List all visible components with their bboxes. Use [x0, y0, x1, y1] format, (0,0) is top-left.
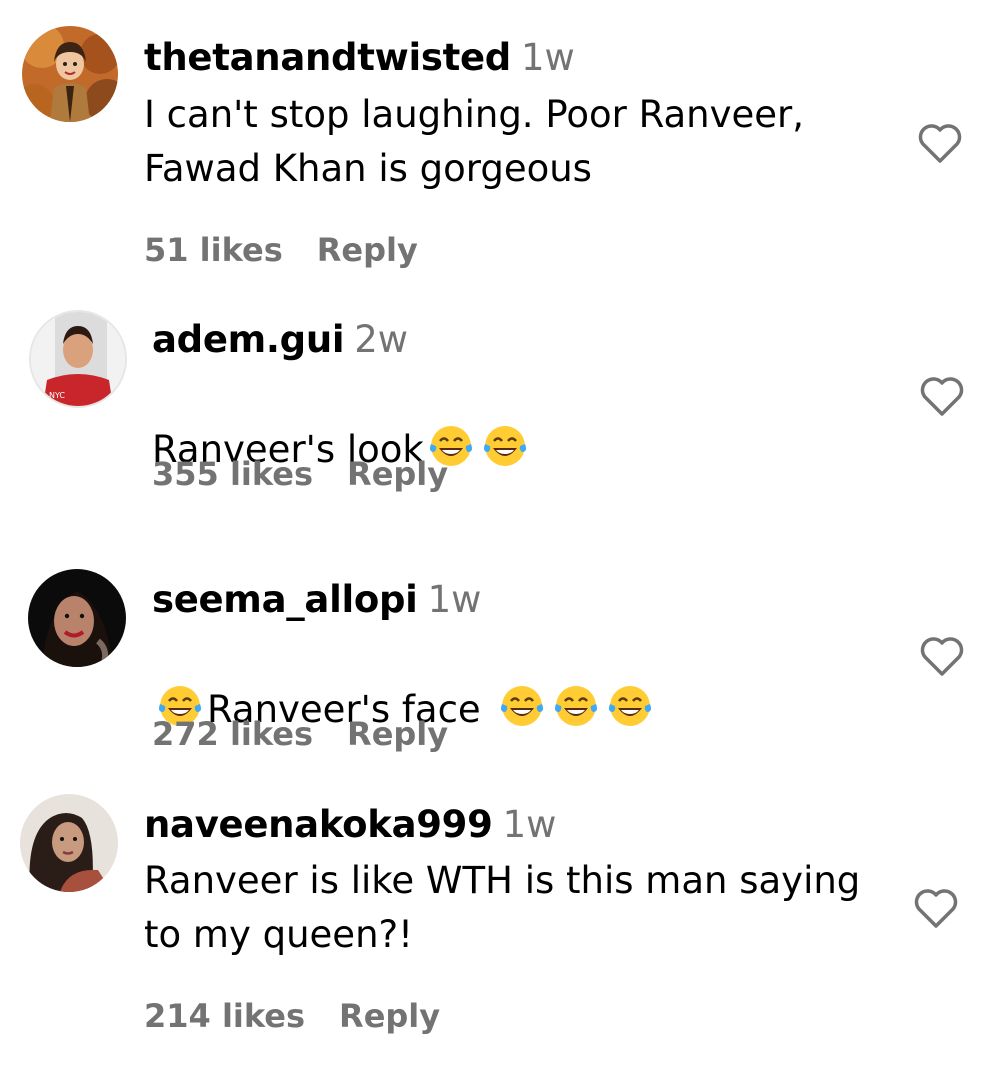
comment-timestamp[interactable]: 1w [503, 803, 557, 846]
comment-header: seema_allopi 1w [152, 578, 481, 622]
likes-count[interactable]: 51 likes [144, 231, 283, 269]
heart-icon[interactable] [916, 121, 964, 165]
heart-icon[interactable] [918, 634, 966, 678]
face-with-tears-of-joy-icon [554, 686, 597, 726]
comment-username[interactable]: thetanandtwisted [144, 36, 511, 79]
avatar-image [28, 569, 126, 667]
comment-username[interactable]: naveenakoka999 [144, 803, 493, 846]
comment-text: Ranveer is like WTH is this man saying t… [144, 859, 861, 956]
user-avatar[interactable] [28, 569, 126, 667]
comment-timestamp[interactable]: 1w [521, 36, 575, 79]
comment-header: naveenakoka999 1w [144, 803, 556, 847]
comment-timestamp[interactable]: 2w [354, 318, 408, 361]
comment-meta: 51 likes Reply [144, 230, 418, 270]
comment-meta: 214 likes Reply [144, 996, 440, 1036]
heart-icon[interactable] [912, 886, 960, 930]
likes-count[interactable]: 355 likes [152, 455, 313, 493]
user-avatar[interactable]: NYC [29, 310, 127, 408]
user-avatar[interactable] [22, 26, 118, 122]
reply-button[interactable]: Reply [347, 715, 448, 753]
reply-button[interactable]: Reply [347, 455, 448, 493]
avatar-image: NYC [31, 312, 125, 406]
face-with-tears-of-joy-icon [500, 686, 543, 726]
comment-meta: 355 likes Reply [152, 454, 448, 494]
shirt-print: NYC [49, 391, 65, 400]
comment-meta: 272 likes Reply [152, 714, 448, 754]
face-with-tears-of-joy-icon [608, 686, 651, 726]
comment-username[interactable]: adem.gui [152, 318, 345, 361]
avatar-image [20, 794, 118, 892]
likes-count[interactable]: 214 likes [144, 997, 305, 1035]
face-with-tears-of-joy-icon [483, 426, 526, 466]
reply-button[interactable]: Reply [339, 997, 440, 1035]
comment-username[interactable]: seema_allopi [152, 578, 418, 621]
reply-button[interactable]: Reply [317, 231, 418, 269]
user-avatar[interactable] [20, 794, 118, 892]
comment-text: I can't stop laughing. Poor Ranveer, Faw… [144, 93, 804, 190]
likes-count[interactable]: 272 likes [152, 715, 313, 753]
comment-header: adem.gui 2w [152, 318, 408, 362]
comment-timestamp[interactable]: 1w [428, 578, 482, 621]
comment-header: thetanandtwisted 1w [144, 36, 575, 80]
heart-icon[interactable] [918, 374, 966, 418]
avatar-image [22, 26, 118, 122]
